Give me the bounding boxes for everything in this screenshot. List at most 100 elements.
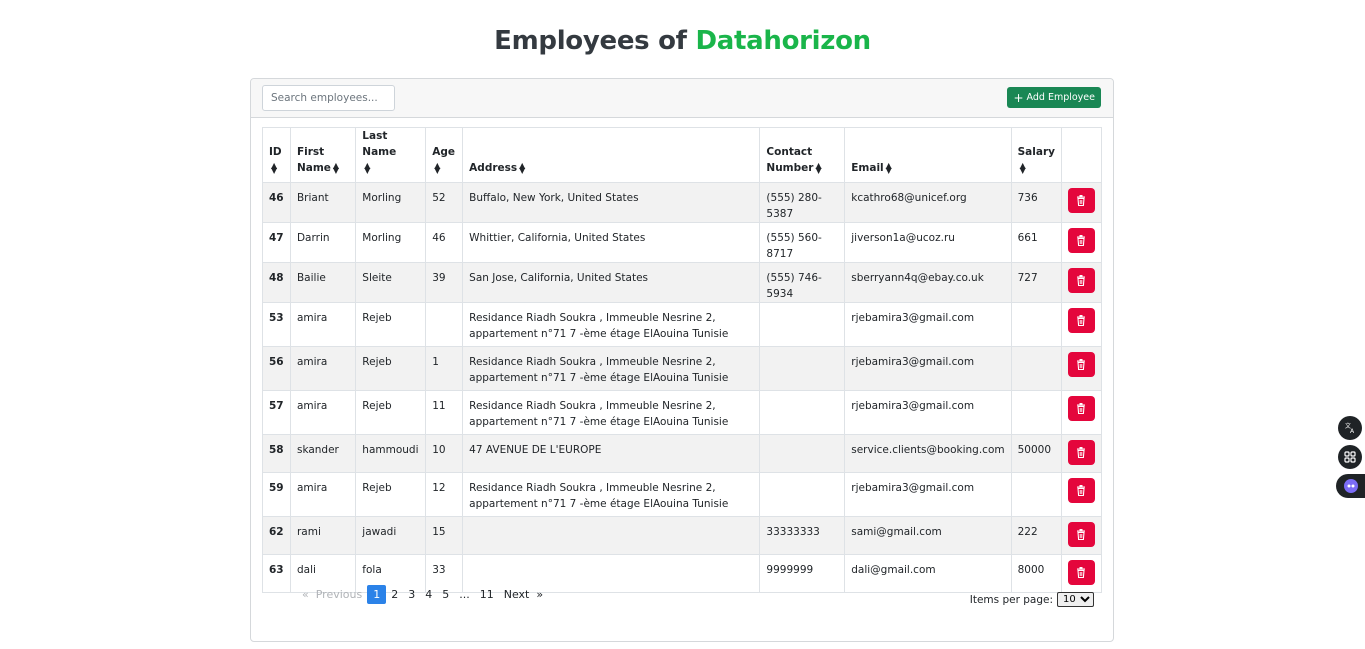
delete-button[interactable] bbox=[1067, 522, 1095, 547]
column-header-address[interactable]: Address ▲ ▼ bbox=[462, 127, 761, 183]
trash-icon bbox=[1077, 235, 1086, 246]
page-button[interactable]: 1 bbox=[367, 584, 387, 604]
cell-contact: 9999999 bbox=[759, 554, 846, 593]
next-page-button[interactable]: Next » bbox=[499, 585, 548, 604]
sort-icon[interactable]: ▲ ▼ bbox=[434, 162, 440, 175]
cell-actions bbox=[1060, 390, 1103, 435]
cell-address: Residance Riadh Soukra , Immeuble Nesrin… bbox=[462, 472, 761, 517]
delete-button[interactable] bbox=[1067, 308, 1095, 333]
cell-email: rjebamira3@gmail.com bbox=[844, 302, 1012, 347]
column-header-last[interactable]: Last Name ▲ ▼ bbox=[355, 127, 427, 183]
cell-last: hammoudi bbox=[355, 434, 427, 473]
sort-icon[interactable]: ▲ ▼ bbox=[815, 162, 821, 175]
page-button[interactable]: 4 bbox=[420, 585, 437, 604]
cell-id: 48 bbox=[262, 262, 291, 303]
delete-button[interactable] bbox=[1067, 478, 1095, 503]
column-header-label: ID bbox=[269, 146, 282, 158]
sort-icon[interactable]: ▲ ▼ bbox=[519, 162, 525, 175]
employees-card: + Add Employee ID▲▼FirstName▲▼Last Name▲… bbox=[250, 78, 1114, 642]
column-header-email[interactable]: Email ▲ ▼ bbox=[844, 127, 1012, 183]
cell-age: 15 bbox=[425, 516, 464, 555]
table-row: 48 Bailie Sleite 39 San Jose, California, Un… bbox=[262, 262, 1103, 303]
trash-icon bbox=[1077, 485, 1086, 496]
page-button[interactable]: 3 bbox=[403, 585, 420, 604]
sort-icon[interactable]: ▲ ▼ bbox=[364, 162, 370, 175]
cell-address: Residance Riadh Soukra , Immeuble Nesrin… bbox=[462, 390, 761, 435]
items-per-page: Items per page: 10 bbox=[970, 592, 1094, 607]
delete-button[interactable] bbox=[1067, 440, 1095, 465]
cell-last: Rejeb bbox=[355, 346, 427, 391]
cell-address: 47 AVENUE DE L'EUROPE bbox=[462, 434, 761, 473]
sort-icon[interactable]: ▲ ▼ bbox=[333, 162, 339, 175]
delete-button[interactable] bbox=[1067, 560, 1095, 585]
cell-email: jiverson1a@ucoz.ru bbox=[844, 222, 1012, 263]
column-header-age[interactable]: Age ▲ ▼ bbox=[425, 127, 464, 183]
column-header-label: Salary bbox=[1017, 146, 1055, 158]
page-title: Employees of Datahorizon bbox=[0, 26, 1365, 56]
add-employee-button[interactable]: + Add Employee bbox=[1007, 87, 1101, 108]
page-button[interactable]: 5 bbox=[437, 585, 454, 604]
cell-first: Bailie bbox=[289, 262, 357, 303]
cell-first: Darrin bbox=[289, 222, 357, 263]
page-ellipsis: ... bbox=[459, 587, 470, 601]
items-per-page-label: Items per page: bbox=[969, 593, 1053, 606]
table-row: 47 Darrin Morling 46 Whittier, California, U… bbox=[262, 222, 1103, 263]
delete-button[interactable] bbox=[1067, 268, 1095, 293]
cell-id: 46 bbox=[262, 182, 291, 223]
column-header-label: Email bbox=[851, 162, 884, 174]
cell-id: 57 bbox=[262, 390, 291, 435]
cell-salary: 8000 bbox=[1010, 554, 1062, 593]
column-header-salary[interactable]: Salary ▲ ▼ bbox=[1010, 127, 1062, 183]
cell-email: rjebamira3@gmail.com bbox=[844, 390, 1012, 435]
delete-button[interactable] bbox=[1067, 396, 1095, 421]
sort-icon[interactable]: ▲ ▼ bbox=[1020, 162, 1026, 175]
column-header-id[interactable]: ID ▲ ▼ bbox=[262, 127, 291, 183]
cell-actions bbox=[1060, 182, 1103, 223]
cell-last: Rejeb bbox=[355, 302, 427, 347]
items-per-page-select[interactable]: 10 bbox=[1057, 592, 1094, 607]
cell-salary bbox=[1010, 390, 1062, 435]
cell-first: amira bbox=[289, 346, 357, 391]
employees-table: ID ▲ ▼ First Name ▲ ▼ Last Name ▲ ▼ Age ▲ ▼ Address ▲ ▼… bbox=[262, 127, 1103, 593]
column-header-sort-line: ▲ ▼ bbox=[1018, 160, 1055, 176]
cell-last: Rejeb bbox=[355, 472, 427, 517]
cell-email: service.clients@booking.com bbox=[844, 434, 1012, 473]
column-header-contact[interactable]: Contact Number ▲ ▼ bbox=[759, 127, 846, 183]
search-input[interactable] bbox=[262, 85, 395, 111]
table-row: 59 amira Rejeb 12 Residance Riadh Soukra , I… bbox=[262, 472, 1103, 517]
column-header-label: Last Name bbox=[362, 130, 397, 158]
cell-age: 52 bbox=[425, 182, 464, 223]
cell-salary: 222 bbox=[1010, 516, 1062, 555]
cell-address bbox=[462, 516, 761, 555]
cell-salary: 661 bbox=[1010, 222, 1062, 263]
column-header-label: Address bbox=[469, 162, 518, 174]
column-header-sort-line: Number ▲ ▼ bbox=[766, 160, 838, 176]
cell-salary bbox=[1010, 302, 1062, 347]
column-header-sort-line: Name ▲ ▼ bbox=[297, 160, 349, 176]
cell-first: rami bbox=[289, 516, 357, 555]
page-button[interactable]: 2 bbox=[386, 585, 403, 604]
cell-address: Residance Riadh Soukra , Immeuble Nesrin… bbox=[462, 302, 761, 347]
translate-icon[interactable]: 文A bbox=[1338, 416, 1362, 440]
cell-address: Buffalo, New York, United States bbox=[462, 182, 761, 223]
sort-icon[interactable]: ▲ ▼ bbox=[886, 162, 892, 175]
delete-button[interactable] bbox=[1067, 188, 1095, 213]
cell-contact: 33333333 bbox=[759, 516, 846, 555]
cell-age: 10 bbox=[425, 434, 464, 473]
assistant-icon[interactable] bbox=[1336, 474, 1365, 498]
plus-icon: + bbox=[1013, 90, 1024, 105]
cell-age: 1 bbox=[425, 346, 464, 391]
page-button[interactable]: 11 bbox=[475, 585, 499, 604]
previous-page-button[interactable]: « Previous bbox=[297, 585, 367, 604]
table-row: 58 skander hammoudi 10 47 AVENUE DE L'EUROPE… bbox=[262, 434, 1103, 473]
page-title-prefix: Employees of bbox=[494, 26, 687, 56]
cell-address: Whittier, California, United States bbox=[462, 222, 761, 263]
trash-icon bbox=[1077, 567, 1086, 578]
delete-button[interactable] bbox=[1067, 228, 1095, 253]
cell-email: rjebamira3@gmail.com bbox=[844, 472, 1012, 517]
apps-icon[interactable] bbox=[1338, 445, 1362, 469]
delete-button[interactable] bbox=[1067, 352, 1095, 377]
sort-icon[interactable]: ▲ ▼ bbox=[271, 162, 277, 175]
column-header-first[interactable]: First Name ▲ ▼ bbox=[289, 127, 357, 183]
cell-contact bbox=[759, 434, 846, 473]
